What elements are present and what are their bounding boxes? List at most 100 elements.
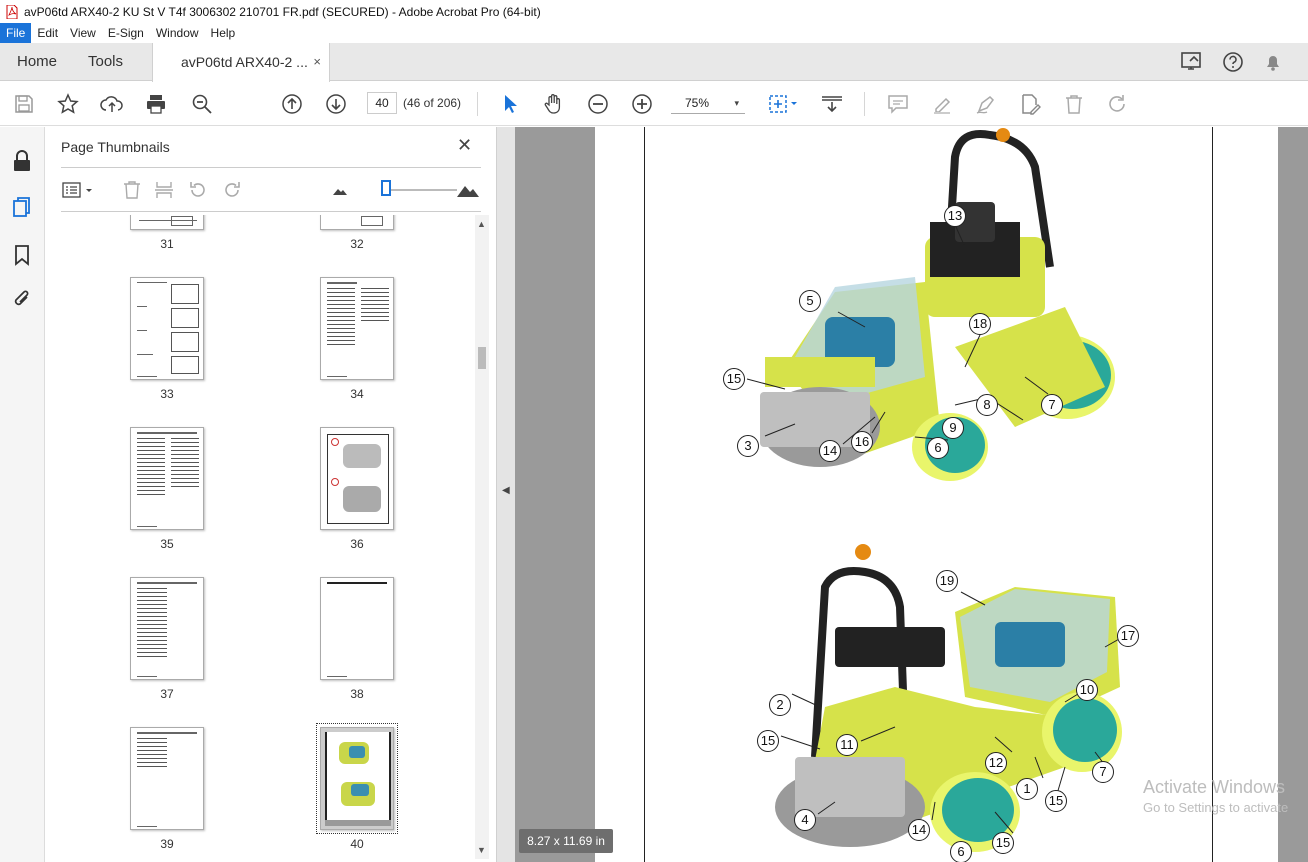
toolbar-divider (477, 92, 478, 116)
callout-14: 14 (819, 440, 841, 462)
print-icon[interactable] (144, 92, 168, 116)
page-thumbnail-32[interactable] (320, 215, 394, 230)
callout-19: 19 (936, 570, 958, 592)
comment-icon[interactable] (886, 92, 910, 116)
callout-11: 11 (836, 734, 858, 756)
thumbnail-size-slider[interactable] (387, 189, 457, 191)
callout-13: 13 (944, 205, 966, 227)
menu-file[interactable]: File (0, 23, 32, 43)
attachment-icon[interactable] (10, 287, 34, 311)
toolbar-divider (864, 92, 865, 116)
callout-4: 4 (794, 809, 816, 831)
scrollbar-thumb[interactable] (478, 347, 486, 369)
page-label: 38 (350, 687, 364, 701)
redo-icon[interactable] (1106, 92, 1130, 116)
page-thumbnail-31[interactable] (130, 215, 204, 230)
callout-9: 9 (942, 417, 964, 439)
page-thumbnail-35[interactable] (130, 427, 204, 530)
tab-home[interactable]: Home (17, 43, 57, 81)
next-page-icon[interactable] (324, 92, 348, 116)
tab-tools[interactable]: Tools (88, 43, 123, 81)
small-mountain-icon[interactable] (329, 179, 351, 201)
page-thumbnail-37[interactable] (130, 577, 204, 680)
tab-document[interactable]: avP06td ARX40-2 ... × (152, 43, 330, 82)
page-label: 32 (350, 237, 364, 251)
bell-icon[interactable] (1262, 51, 1284, 73)
callout-6: 6 (927, 437, 949, 459)
collapse-panel-handle[interactable]: ◀ (497, 127, 515, 862)
callout-16: 16 (851, 431, 873, 453)
previous-page-icon[interactable] (280, 92, 304, 116)
callout-12: 12 (985, 752, 1007, 774)
scroll-mode-icon[interactable] (820, 92, 844, 116)
callout-14: 14 (908, 819, 930, 841)
page-thumbnail-40[interactable] (316, 723, 398, 834)
page-label: 36 (350, 537, 364, 551)
rotate-left-icon[interactable] (187, 179, 209, 201)
zoom-out-search-icon[interactable] (190, 92, 214, 116)
close-icon[interactable]: ✕ (457, 135, 472, 156)
star-icon[interactable] (56, 92, 80, 116)
callout-10: 10 (1076, 679, 1098, 701)
scroll-down-icon[interactable]: ▼ (477, 845, 486, 855)
main-toolbar: 40 (46 of 206) 75% ▾ (0, 82, 1308, 126)
delete-pages-icon[interactable] (121, 179, 143, 201)
page-thumbnail-36[interactable] (320, 427, 394, 530)
delete-icon[interactable] (1062, 92, 1086, 116)
pdf-page: 13 5 18 15 8 7 9 16 3 14 6 19 17 10 2 15… (595, 127, 1278, 862)
lock-icon[interactable] (10, 149, 34, 173)
pages-icon[interactable] (10, 195, 34, 219)
document-view[interactable]: 13 5 18 15 8 7 9 16 3 14 6 19 17 10 2 15… (515, 127, 1308, 862)
menu-help[interactable]: Help (205, 23, 242, 43)
callout-17: 17 (1117, 625, 1139, 647)
callout-15: 15 (723, 368, 745, 390)
roller-illustration (746, 128, 1129, 852)
fit-page-icon[interactable] (766, 92, 800, 116)
select-cursor-icon[interactable] (498, 92, 522, 116)
sign-pen-icon[interactable] (974, 92, 998, 116)
page-thumbnails-panel: Page Thumbnails ✕ 31 32 33 34 35 36 37 3… (45, 127, 497, 862)
zoom-in-icon[interactable] (630, 92, 654, 116)
menu-window[interactable]: Window (150, 23, 205, 43)
options-menu-icon[interactable] (61, 179, 95, 201)
watermark-line2: Go to Settings to activate (1143, 800, 1289, 815)
upload-cloud-icon[interactable] (100, 92, 124, 116)
slider-handle[interactable] (381, 180, 391, 196)
page-count: (46 of 206) (403, 96, 462, 110)
tab-close-button[interactable]: × (313, 43, 321, 81)
menu-view[interactable]: View (64, 23, 102, 43)
navigation-rail (0, 127, 45, 862)
edit-document-icon[interactable] (1018, 92, 1042, 116)
tab-document-label: avP06td ARX40-2 ... (181, 54, 308, 70)
extract-pages-icon[interactable] (153, 179, 175, 201)
menu-esign[interactable]: E-Sign (102, 23, 150, 43)
bookmark-icon[interactable] (10, 243, 34, 267)
page-thumbnail-39[interactable] (130, 727, 204, 830)
share-screen-icon[interactable] (1180, 51, 1204, 73)
thumbnail-list: 31 32 33 34 35 36 37 38 39 40 (45, 215, 477, 859)
tab-bar: Home Tools avP06td ARX40-2 ... × (0, 43, 1308, 82)
page-thumbnail-34[interactable] (320, 277, 394, 380)
panel-title: Page Thumbnails (61, 139, 170, 155)
highlighter-icon[interactable] (930, 92, 954, 116)
page-label: 39 (160, 837, 174, 851)
zoom-out-icon[interactable] (586, 92, 610, 116)
save-icon[interactable] (12, 92, 36, 116)
zoom-value: 75% (685, 96, 710, 110)
callout-3: 3 (737, 435, 759, 457)
zoom-select[interactable]: 75% ▾ (671, 92, 745, 114)
page-thumbnail-33[interactable] (130, 277, 204, 380)
page-label: 31 (160, 237, 174, 251)
menu-edit[interactable]: Edit (31, 23, 64, 43)
hand-tool-icon[interactable] (542, 92, 566, 116)
rotate-right-icon[interactable] (221, 179, 243, 201)
scroll-up-icon[interactable]: ▲ (477, 219, 486, 229)
page-number-input[interactable]: 40 (367, 92, 397, 114)
thumbnail-scrollbar[interactable]: ▲ ▼ (475, 215, 489, 859)
callout-1: 1 (1016, 778, 1038, 800)
watermark-line1: Activate Windows (1143, 777, 1286, 797)
page-label: 34 (350, 387, 364, 401)
large-mountain-icon[interactable] (455, 179, 481, 201)
help-icon[interactable] (1222, 51, 1244, 73)
page-thumbnail-38[interactable] (320, 577, 394, 680)
